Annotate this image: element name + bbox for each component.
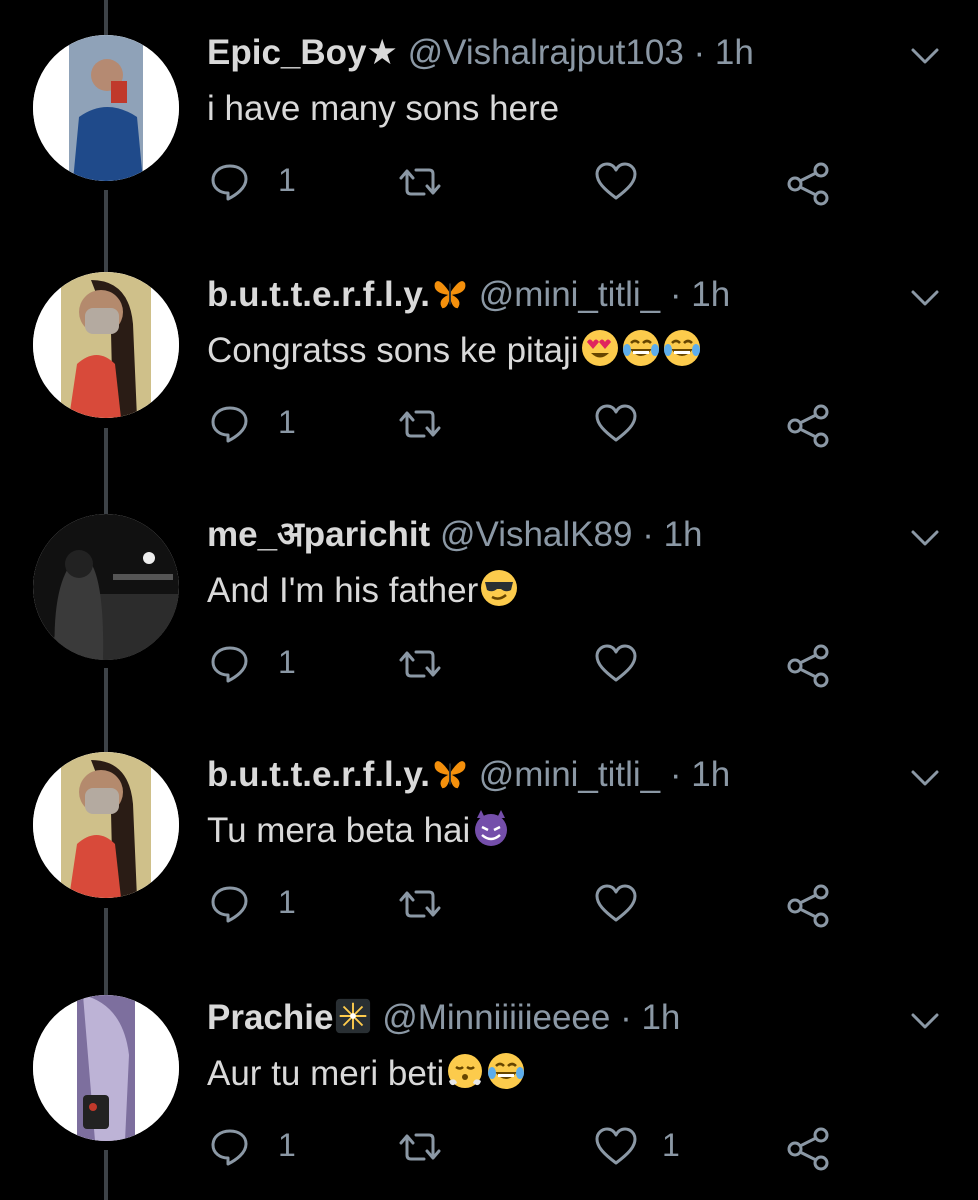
display-name[interactable]: Prachie <box>207 998 333 1037</box>
tweet-text: Aur tu meri beti <box>207 1054 445 1093</box>
tweet-reply[interactable]: b.u.t.t.e.r.f.l.y. @mini_titli_ · 1h Tu m… <box>0 752 978 992</box>
tears-of-joy-emoji-icon <box>486 1051 526 1103</box>
user-handle[interactable]: @Minniiiiieeee <box>382 998 610 1037</box>
separator-dot: · <box>620 998 632 1037</box>
tweet-text: i have many sons here <box>207 89 560 128</box>
chevron-down-icon[interactable] <box>905 1001 945 1041</box>
chevron-down-icon[interactable] <box>905 278 945 318</box>
tweet-body: Congratss sons ke pitaji <box>207 328 702 380</box>
reply-count: 1 <box>278 404 296 440</box>
reply-count: 1 <box>278 644 296 680</box>
tears-of-joy-emoji-icon <box>662 328 702 380</box>
fireworks-icon <box>334 997 372 1047</box>
action-bar: 1 <box>210 880 850 930</box>
separator-dot: · <box>693 33 706 72</box>
user-handle[interactable]: @Vishalrajput103 <box>408 33 684 72</box>
user-handle[interactable]: @mini_titli_ <box>479 755 660 794</box>
display-name[interactable]: b.u.t.t.e.r.f.l.y. <box>207 275 430 314</box>
display-name[interactable]: b.u.t.t.e.r.f.l.y. <box>207 755 430 794</box>
sunglasses-emoji-icon <box>479 568 519 620</box>
display-name[interactable]: Epic_Boy★ <box>207 33 398 72</box>
chevron-down-icon[interactable] <box>905 518 945 558</box>
chevron-down-icon[interactable] <box>905 758 945 798</box>
timestamp[interactable]: 1h <box>664 515 703 554</box>
reply-count: 1 <box>278 884 296 920</box>
display-name[interactable]: me_अparichit <box>207 515 430 554</box>
separator-dot: · <box>669 755 682 794</box>
tweet-body: i have many sons here <box>207 86 559 132</box>
tweet-header: b.u.t.t.e.r.f.l.y. @mini_titli_ · 1h <box>207 752 730 798</box>
butterfly-icon <box>431 754 469 804</box>
like-count: 1 <box>662 1127 680 1163</box>
tweet-header: me_अparichit @VishalK89 · 1h <box>207 512 703 558</box>
timestamp[interactable]: 1h <box>641 998 680 1037</box>
user-handle[interactable]: @VishalK89 <box>440 515 633 554</box>
chevron-down-icon[interactable] <box>905 36 945 76</box>
timestamp[interactable]: 1h <box>691 755 730 794</box>
timestamp[interactable]: 1h <box>691 275 730 314</box>
tweet-reply[interactable]: Epic_Boy★ @Vishalrajput103 · 1h i have ma… <box>0 30 978 270</box>
tweet-body: Aur tu meri beti <box>207 1051 526 1103</box>
tweet-text: Congratss sons ke pitaji <box>207 331 579 370</box>
tweet-text: Tu mera beta hai <box>207 811 471 850</box>
user-avatar[interactable] <box>33 995 179 1141</box>
user-handle[interactable]: @mini_titli_ <box>479 275 660 314</box>
tweet-text: And I'm his father <box>207 571 479 610</box>
reply-count: 1 <box>278 1127 296 1163</box>
tweet-header: Prachie @Minniiiiieeee · 1h <box>207 995 680 1041</box>
tweet-reply[interactable]: me_अparichit @VishalK89 · 1h And I'm his … <box>0 512 978 752</box>
user-avatar[interactable] <box>33 35 179 181</box>
timestamp[interactable]: 1h <box>715 33 754 72</box>
user-avatar[interactable] <box>33 514 179 660</box>
tweet-body: Tu mera beta hai <box>207 808 511 860</box>
tweet-reply[interactable]: b.u.t.t.e.r.f.l.y. @mini_titli_ · 1h Cong… <box>0 272 978 512</box>
tweet-header: Epic_Boy★ @Vishalrajput103 · 1h <box>207 30 754 76</box>
user-avatar[interactable] <box>33 752 179 898</box>
tweet-reply[interactable]: Prachie @Minniiiiieeee · 1h Aur tu meri b… <box>0 995 978 1200</box>
reply-thread: Epic_Boy★ @Vishalrajput103 · 1h i have ma… <box>0 0 978 1200</box>
tears-of-joy-emoji-icon <box>621 328 661 380</box>
separator-dot: · <box>669 275 682 314</box>
user-avatar[interactable] <box>33 272 179 418</box>
heart-eyes-emoji-icon <box>580 328 620 380</box>
action-bar: 1 <box>210 400 850 450</box>
separator-dot: · <box>642 515 654 554</box>
action-bar: 1 <box>210 640 850 690</box>
tweet-body: And I'm his father <box>207 568 519 620</box>
action-bar: 11 <box>210 1123 850 1173</box>
tweet-header: b.u.t.t.e.r.f.l.y. @mini_titli_ · 1h <box>207 272 730 318</box>
butterfly-icon <box>431 274 469 324</box>
face-with-steam-emoji-icon <box>445 1051 485 1103</box>
action-bar: 1 <box>210 158 850 208</box>
reply-count: 1 <box>278 162 296 198</box>
smiling-devil-emoji-icon <box>471 808 511 860</box>
